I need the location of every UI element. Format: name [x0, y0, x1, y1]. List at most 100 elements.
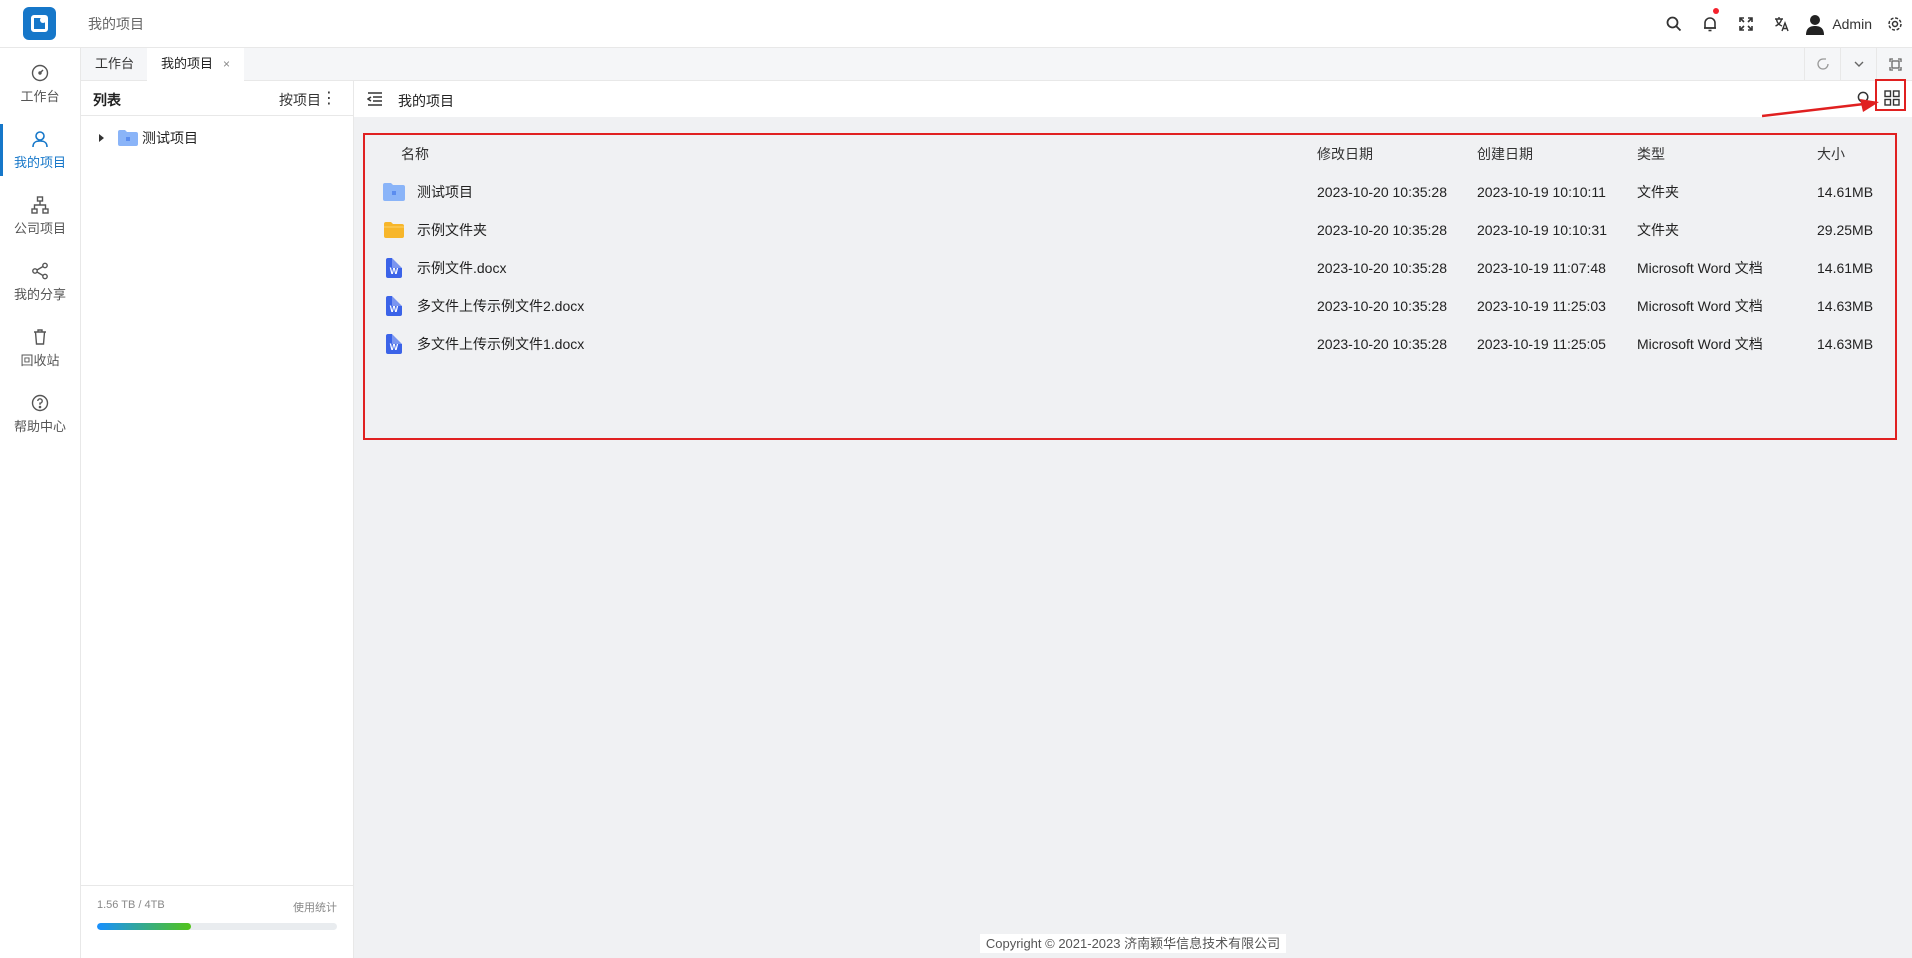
sidebar-item-label: 帮助中心: [13, 418, 66, 434]
main-content: 我的项目 名称 修改日期 创建日期 类型 大小 测试项目 2023-10-20 …: [354, 79, 1912, 958]
file-name: 测试项目: [417, 184, 473, 200]
file-size: 14.61MB: [1817, 184, 1874, 200]
translate-icon[interactable]: [1764, 0, 1800, 47]
top-bar: 我的项目 Admin: [0, 0, 1912, 48]
file-type: 文件夹: [1637, 184, 1679, 200]
file-size: 14.63MB: [1817, 336, 1874, 352]
created-date: 2023-10-19 11:25:03: [1477, 298, 1606, 314]
file-type: 文件夹: [1637, 222, 1679, 238]
project-list-panel: 列表 按项目 ⋮ 测试项目 1.56 TB / 4TB 使用统计: [81, 81, 354, 958]
sidebar-item-label: 回收站: [20, 352, 60, 368]
table-row[interactable]: 测试项目 2023-10-20 10:35:28 2023-10-19 10:1…: [365, 173, 1895, 211]
chevron-down-icon[interactable]: [1840, 48, 1877, 80]
column-header-modified[interactable]: 修改日期: [1317, 144, 1373, 164]
column-header-type[interactable]: 类型: [1637, 144, 1665, 164]
tree-node-label: 测试项目: [142, 130, 198, 146]
tab-my-projects[interactable]: 我的项目 ×: [147, 48, 245, 81]
share-icon: [32, 262, 48, 279]
sidebar-item-label: 公司项目: [13, 220, 66, 236]
storage-usage-text: 1.56 TB / 4TB: [97, 899, 165, 911]
folder-icon: [383, 219, 405, 241]
table-row[interactable]: 示例文件夹 2023-10-20 10:35:28 2023-10-19 10:…: [365, 211, 1895, 249]
copyright-footer: Copyright © 2021-2023 济南颖华信息技术有限公司: [354, 933, 1912, 953]
annotation-arrow: [1762, 99, 1879, 118]
file-type: Microsoft Word 文档: [1637, 298, 1763, 314]
refresh-icon[interactable]: [1804, 48, 1841, 80]
table-row[interactable]: W 多文件上传示例文件2.docx 2023-10-20 10:35:28 20…: [365, 287, 1895, 325]
help-icon: [31, 394, 49, 411]
sidebar-item-my-projects[interactable]: 我的项目: [0, 118, 80, 182]
project-folder-icon: [383, 181, 405, 203]
column-header-size[interactable]: 大小: [1817, 144, 1845, 164]
file-type: Microsoft Word 文档: [1637, 336, 1763, 352]
table-row[interactable]: W 示例文件.docx 2023-10-20 10:35:28 2023-10-…: [365, 249, 1895, 287]
created-date: 2023-10-19 11:25:05: [1477, 336, 1606, 352]
copyright-text: Copyright © 2021-2023 济南颖华信息技术有限公司: [979, 934, 1287, 953]
sidebar-item-label: 我的分享: [13, 286, 66, 302]
fullscreen-icon[interactable]: [1728, 0, 1764, 47]
usage-stats-link[interactable]: 使用统计: [293, 899, 337, 915]
storage-progress-bar: [97, 923, 337, 930]
page-title: 我的项目: [398, 93, 454, 109]
modified-date: 2023-10-20 10:35:28: [1317, 222, 1447, 238]
column-header-name[interactable]: 名称: [401, 144, 429, 164]
avatar[interactable]: [1800, 0, 1830, 47]
sidebar-item-my-shares[interactable]: 我的分享: [0, 250, 80, 314]
tab-label: 工作台: [95, 56, 135, 71]
word-icon: W: [386, 296, 402, 316]
sidebar: 工作台 我的项目 公司项目 我的分享 回收站 帮助中心: [0, 48, 81, 958]
tab-bar: 工作台 我的项目 ×: [81, 48, 1912, 81]
close-icon[interactable]: ×: [223, 57, 230, 71]
table-header: 名称 修改日期 创建日期 类型 大小: [365, 135, 1895, 173]
modified-date: 2023-10-20 10:35:28: [1317, 336, 1447, 352]
modified-date: 2023-10-20 10:35:28: [1317, 184, 1447, 200]
bell-icon[interactable]: [1692, 0, 1728, 47]
word-icon: W: [386, 334, 402, 354]
content-header: 我的项目: [354, 79, 1912, 117]
user-icon: [32, 130, 48, 147]
created-date: 2023-10-19 10:10:31: [1477, 222, 1607, 238]
settings-icon[interactable]: [1878, 0, 1912, 47]
app-logo[interactable]: [23, 7, 56, 40]
sidebar-item-help-center[interactable]: 帮助中心: [0, 382, 80, 446]
search-icon[interactable]: [1656, 0, 1692, 47]
storage-progress-fill: [97, 923, 191, 930]
sidebar-item-label: 我的项目: [13, 154, 66, 170]
file-list-highlight: 名称 修改日期 创建日期 类型 大小 测试项目 2023-10-20 10:35…: [363, 133, 1897, 440]
project-folder-icon: [118, 130, 138, 146]
notification-dot: [1713, 8, 1720, 14]
file-name: 示例文件.docx: [417, 260, 507, 276]
modified-date: 2023-10-20 10:35:28: [1317, 298, 1447, 314]
dashboard-icon: [31, 64, 49, 81]
more-icon[interactable]: ⋮: [321, 88, 337, 108]
modified-date: 2023-10-20 10:35:28: [1317, 260, 1447, 276]
expand-caret-icon[interactable]: [99, 134, 104, 142]
file-size: 14.61MB: [1817, 260, 1874, 276]
maximize-icon[interactable]: [1876, 48, 1912, 80]
storage-usage: 1.56 TB / 4TB 使用统计: [97, 899, 337, 930]
sidebar-item-recycle-bin[interactable]: 回收站: [0, 316, 80, 380]
user-name[interactable]: Admin: [1832, 16, 1872, 32]
sidebar-item-workbench[interactable]: 工作台: [0, 52, 80, 116]
sidebar-item-label: 工作台: [20, 88, 60, 104]
sort-by-project-button[interactable]: 按项目: [279, 90, 321, 110]
created-date: 2023-10-19 10:10:11: [1477, 184, 1606, 200]
file-size: 29.25MB: [1817, 222, 1874, 238]
file-name: 多文件上传示例文件2.docx: [417, 298, 585, 314]
breadcrumb: 我的项目: [88, 16, 144, 32]
org-icon: [31, 195, 49, 214]
sidebar-item-company-projects[interactable]: 公司项目: [0, 184, 80, 248]
file-name: 多文件上传示例文件1.docx: [417, 336, 585, 352]
column-header-created[interactable]: 创建日期: [1477, 144, 1533, 164]
file-size: 14.63MB: [1817, 298, 1874, 314]
table-row[interactable]: W 多文件上传示例文件1.docx 2023-10-20 10:35:28 20…: [365, 325, 1895, 363]
file-type: Microsoft Word 文档: [1637, 260, 1763, 276]
tab-workbench[interactable]: 工作台: [81, 48, 148, 80]
trash-icon: [34, 328, 46, 345]
file-name: 示例文件夹: [417, 222, 487, 238]
collapse-menu-icon[interactable]: [367, 92, 383, 106]
tree-node-test-project[interactable]: 测试项目: [99, 128, 198, 148]
tab-label: 我的项目: [161, 56, 214, 71]
created-date: 2023-10-19 11:07:48: [1477, 260, 1606, 276]
word-icon: W: [386, 258, 402, 278]
